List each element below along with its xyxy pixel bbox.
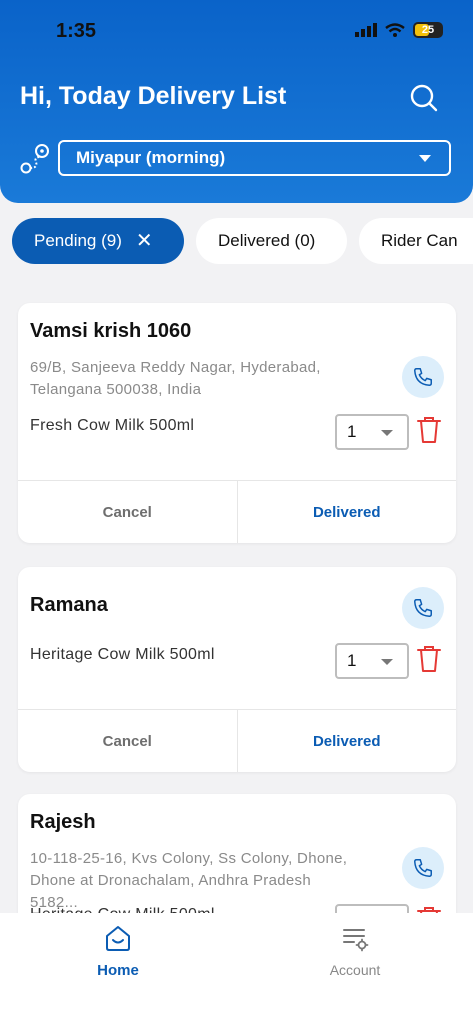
bottom-nav: Home Account	[0, 913, 473, 1024]
trash-icon	[417, 646, 441, 672]
cancel-button[interactable]: Cancel	[18, 710, 238, 772]
route-dropdown-value: Miyapur (morning)	[76, 148, 226, 167]
signal-icon	[355, 23, 377, 37]
delete-button[interactable]	[415, 643, 443, 675]
quantity-select[interactable]: 1	[335, 643, 409, 679]
chevron-down-icon	[419, 155, 431, 162]
app-header: 1:35 25 Hi, Today Delivery List Miyapur …	[0, 0, 473, 203]
customer-name: Vamsi krish 1060	[30, 320, 192, 342]
quantity-select[interactable]: 1	[335, 414, 409, 450]
phone-icon	[414, 368, 432, 386]
delivery-card: Ramana Heritage Cow Milk 500ml 1 Cancel …	[18, 567, 456, 772]
filter-chips: Pending (9) ✕ Delivered (0) Rider Can	[12, 218, 473, 266]
status-time: 1:35	[56, 20, 97, 42]
phone-icon	[414, 859, 432, 877]
nav-home[interactable]: Home	[58, 923, 178, 979]
status-icons: 25	[355, 22, 443, 38]
filter-chip-pending[interactable]: Pending (9) ✕	[12, 218, 184, 264]
close-icon[interactable]: ✕	[136, 231, 153, 251]
filter-chip-delivered[interactable]: Delivered (0)	[196, 218, 347, 264]
filter-chip-label: Pending (9)	[34, 231, 122, 250]
delivery-card: Vamsi krish 1060 69/B, Sanjeeva Reddy Na…	[18, 303, 456, 543]
page-title: Hi, Today Delivery List	[20, 82, 287, 110]
call-button[interactable]	[402, 847, 444, 889]
product-name: Fresh Cow Milk 500ml	[30, 417, 195, 434]
phone-icon	[414, 599, 432, 617]
nav-home-label: Home	[97, 962, 139, 979]
filter-chip-label: Delivered (0)	[218, 231, 316, 250]
account-settings-icon	[343, 929, 369, 952]
card-actions: Cancel Delivered	[18, 709, 456, 772]
wifi-icon	[385, 23, 405, 37]
customer-address: 10-118-25-16, Kvs Colony, Ss Colony, Dho…	[30, 850, 348, 911]
delivered-button[interactable]: Delivered	[238, 710, 457, 772]
card-actions: Cancel Delivered	[18, 480, 456, 543]
product-name: Heritage Cow Milk 500ml	[30, 646, 215, 663]
customer-name: Rajesh	[30, 811, 96, 833]
delivered-button[interactable]: Delivered	[238, 481, 457, 543]
customer-name: Ramana	[30, 594, 108, 616]
route-icon	[18, 142, 54, 178]
trash-icon	[417, 417, 441, 443]
status-bar: 1:35 25	[0, 0, 473, 60]
filter-chip-label: Rider Can	[381, 231, 458, 250]
filter-chip-rider-cancelled[interactable]: Rider Can	[359, 218, 473, 264]
quantity-value: 1	[347, 651, 357, 670]
nav-account[interactable]: Account	[295, 923, 415, 978]
nav-account-label: Account	[329, 962, 381, 978]
cancel-button[interactable]: Cancel	[18, 481, 238, 543]
search-button[interactable]	[406, 80, 442, 116]
call-button[interactable]	[402, 587, 444, 629]
route-dropdown[interactable]: Miyapur (morning)	[58, 140, 451, 176]
chevron-down-icon	[381, 430, 393, 436]
battery-level: 25	[421, 24, 435, 36]
home-icon	[106, 926, 130, 951]
call-button[interactable]	[402, 356, 444, 398]
chevron-down-icon	[381, 659, 393, 665]
delete-button[interactable]	[415, 414, 443, 446]
search-icon	[410, 84, 438, 112]
customer-address: 69/B, Sanjeeva Reddy Nagar, Hyderabad, T…	[30, 359, 321, 398]
battery-icon: 25	[413, 22, 443, 38]
quantity-value: 1	[347, 422, 357, 441]
